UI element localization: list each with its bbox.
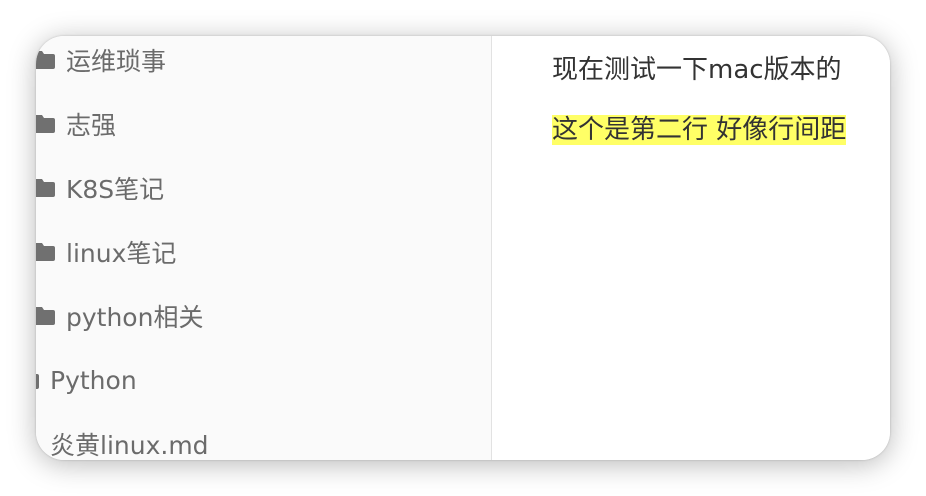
file-tree-sidebar[interactable]: 运维琐事 志强 K8S笔记 linux笔记 python相关 Python 炎黄… [36, 36, 492, 460]
folder-icon [36, 306, 56, 326]
sidebar-item-yanhuang-file[interactable]: 炎黄linux.md [36, 424, 209, 460]
folder-icon [36, 50, 56, 70]
sidebar-item-label: 炎黄linux.md [50, 431, 209, 460]
sidebar-item-linux[interactable]: linux笔记 [36, 232, 176, 272]
app-window: 运维琐事 志强 K8S笔记 linux笔记 python相关 Python 炎黄… [36, 36, 890, 460]
editor-line-2[interactable]: 这个是第二行 好像行间距 [552, 112, 847, 148]
sidebar-item-k8s[interactable]: K8S笔记 [36, 168, 164, 208]
editor-pane[interactable]: 现在测试一下mac版本的 这个是第二行 好像行间距 [492, 36, 890, 460]
folder-icon [36, 114, 56, 134]
folder-icon [36, 178, 56, 198]
sidebar-item-label: linux笔记 [66, 239, 177, 268]
sidebar-item-label: K8S笔记 [66, 175, 165, 204]
sidebar-item-label: Python [50, 365, 137, 395]
sidebar-item-label: 志强 [66, 111, 117, 140]
folder-icon [36, 242, 56, 262]
sidebar-item-label: python相关 [66, 303, 204, 332]
sidebar-item-yunwei[interactable]: 运维琐事 [36, 40, 166, 80]
sidebar-item-zhiqiang[interactable]: 志强 [36, 104, 116, 144]
sidebar-item-python-related[interactable]: python相关 [36, 296, 203, 336]
editor-line-1[interactable]: 现在测试一下mac版本的 [552, 52, 842, 88]
sidebar-item-label: 运维琐事 [66, 47, 167, 76]
folder-icon [36, 370, 40, 390]
highlighted-text[interactable]: 这个是第二行 好像行间距 [552, 115, 847, 145]
sidebar-item-python[interactable]: Python [36, 360, 137, 400]
file-icon [36, 434, 40, 454]
